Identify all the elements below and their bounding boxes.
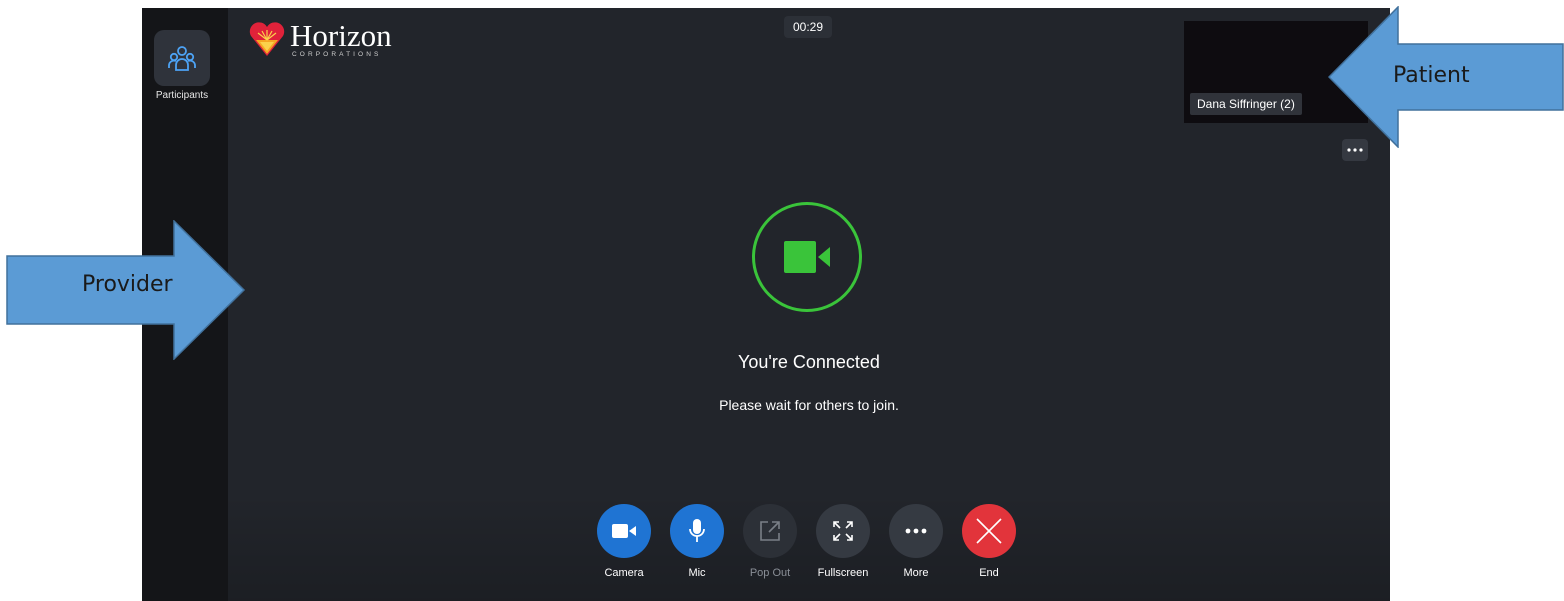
patient-callout-label: Patient — [1393, 63, 1470, 88]
mic-label: Mic — [688, 567, 706, 579]
participants-icon — [168, 46, 196, 71]
end-call-button[interactable] — [962, 504, 1016, 558]
participants-button[interactable] — [154, 30, 210, 86]
external-link-icon — [760, 521, 780, 541]
heart-logo-icon — [249, 22, 285, 56]
patient-name-label: Dana Siffringer (2) — [1190, 93, 1302, 115]
more-control[interactable]: More — [881, 504, 951, 579]
camera-label: Camera — [604, 567, 644, 579]
video-camera-icon — [784, 241, 830, 273]
camera-control[interactable]: Camera — [589, 504, 659, 579]
popout-label: Pop Out — [749, 567, 791, 579]
connected-title: You're Connected — [738, 352, 880, 372]
call-controls-bar: Camera Mic Pop Out Fullscreen More End — [228, 494, 1390, 601]
fullscreen-label: Fullscreen — [817, 567, 869, 579]
microphone-icon — [689, 519, 705, 542]
more-label: More — [903, 567, 929, 579]
fullscreen-control[interactable]: Fullscreen — [808, 504, 878, 579]
video-camera-icon — [612, 524, 636, 538]
logo-wordmark: Horizon — [290, 18, 392, 53]
camera-button[interactable] — [597, 504, 651, 558]
end-control[interactable]: End — [954, 504, 1024, 579]
popout-control[interactable]: Pop Out — [735, 504, 805, 579]
mic-control[interactable]: Mic — [662, 504, 732, 579]
ellipsis-icon — [1347, 148, 1363, 152]
logo-subtitle: CORPORATIONS — [292, 51, 382, 58]
ellipsis-icon — [905, 528, 927, 534]
video-call-app: Participants Horizon CORPORATIONS 00:29 … — [142, 8, 1390, 601]
participants-label: Participants — [155, 90, 209, 101]
call-timer: 00:29 — [784, 16, 832, 38]
connected-indicator — [752, 202, 862, 312]
mic-button[interactable] — [670, 504, 724, 558]
fullscreen-icon — [833, 521, 853, 541]
fullscreen-button[interactable] — [816, 504, 870, 558]
more-button[interactable] — [889, 504, 943, 558]
provider-callout-label: Provider — [82, 272, 173, 297]
close-icon — [976, 518, 1002, 544]
end-label: End — [979, 567, 999, 579]
connected-subtitle: Please wait for others to join. — [719, 397, 899, 413]
main-stage: Horizon CORPORATIONS 00:29 Dana Siffring… — [228, 8, 1390, 601]
popout-button[interactable] — [743, 504, 797, 558]
logo-text: Horizon CORPORATIONS — [290, 18, 392, 59]
horizon-logo: Horizon CORPORATIONS — [248, 20, 392, 58]
